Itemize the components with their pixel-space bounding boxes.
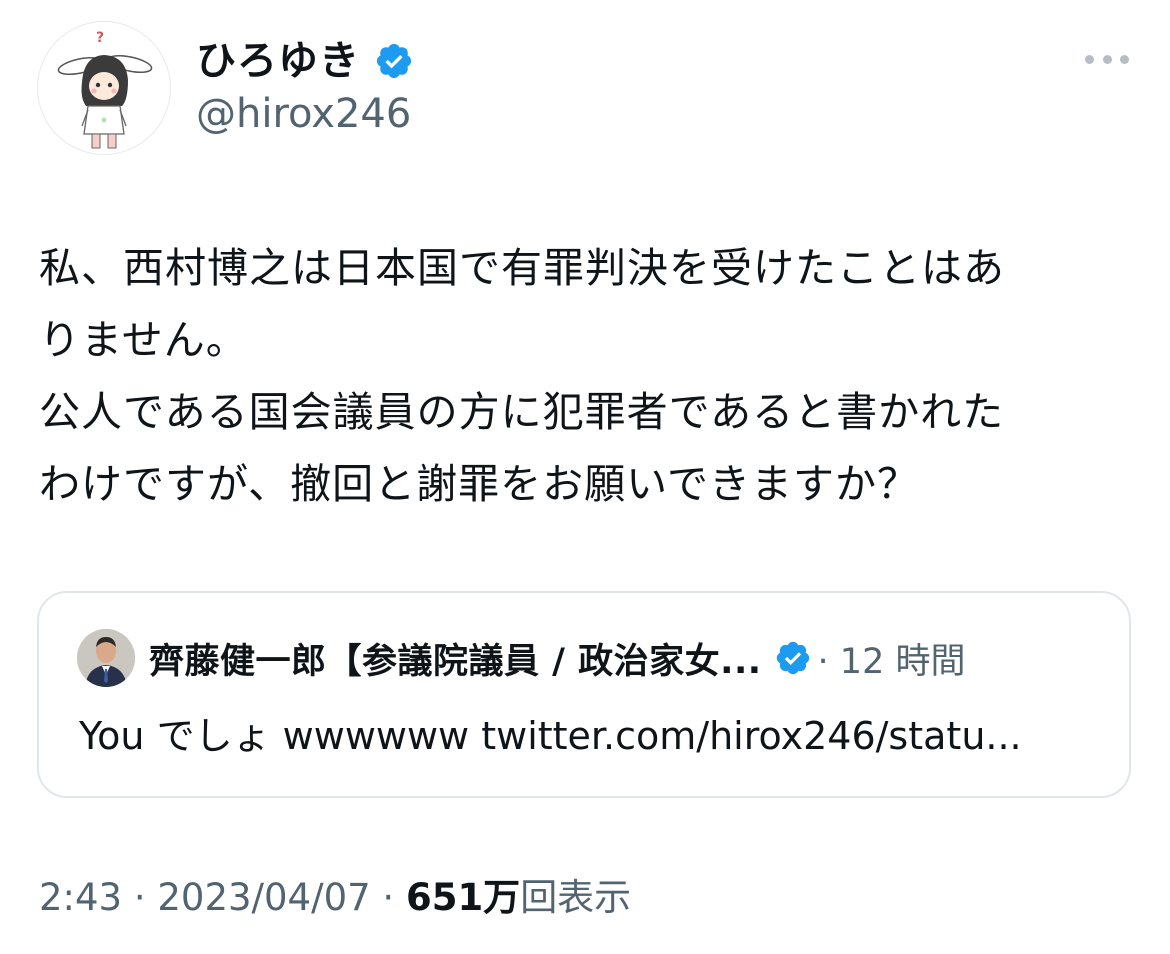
- more-dot-icon: [1120, 54, 1129, 64]
- meta-separator: ·: [122, 876, 158, 919]
- tweet[interactable]: ? ひろゆき @hirox246 私、西村博之は日本国で有罪判決を受けたことはあ…: [0, 0, 1170, 954]
- quoted-tweet-text: You でしょ wwwwww twitter.com/hirox246/stat…: [79, 714, 1022, 758]
- tweet-meta: 2:43 · 2023/04/07 · 651万回表示: [39, 873, 631, 923]
- more-dot-icon: [1085, 54, 1094, 64]
- author-name-row: ひろゆき: [196, 36, 414, 86]
- more-dot-icon: [1102, 54, 1112, 64]
- tweet-time[interactable]: 2:43: [39, 876, 122, 919]
- tweet-text-line: 私、西村博之は日本国で有罪判決を受けたことはあ: [39, 244, 1005, 292]
- author-avatar[interactable]: ?: [37, 21, 171, 155]
- tweet-text-line: 公人である国会議員の方に犯罪者であると書かれた: [39, 388, 1005, 436]
- tweet-text-line: りません。: [39, 316, 248, 364]
- views-label: 回表示: [520, 876, 632, 919]
- quoted-tweet-header: 齊藤健一郎【参議院議員 / 政治家女... · 12 時間: [149, 633, 965, 683]
- character-avatar-icon: ?: [57, 30, 153, 149]
- person-avatar-icon: [77, 629, 135, 687]
- author-handle[interactable]: @hirox246: [196, 90, 411, 138]
- verified-badge-icon: [376, 43, 412, 79]
- author-display-name[interactable]: ひろゆき: [196, 36, 360, 86]
- svg-text:?: ?: [96, 30, 104, 46]
- quoted-tweet-card[interactable]: 齊藤健一郎【参議院議員 / 政治家女... · 12 時間 You でしょ ww…: [37, 591, 1131, 798]
- tweet-date[interactable]: 2023/04/07: [157, 876, 370, 919]
- meta-separator: ·: [370, 876, 406, 919]
- quoted-author-avatar[interactable]: [77, 629, 135, 687]
- tweet-text-line: わけですが、撤回と謝罪をお願いできますか？: [39, 460, 919, 508]
- quoted-author-name[interactable]: 齊藤健一郎【参議院議員 / 政治家女...: [149, 633, 762, 684]
- more-options-button[interactable]: [1085, 48, 1129, 70]
- tweet-text: 私、西村博之は日本国で有罪判決を受けたことはあ りません。 公人である国会議員の…: [39, 232, 1149, 520]
- verified-badge-icon: [776, 641, 809, 675]
- views-count[interactable]: 651万: [406, 876, 520, 919]
- quoted-tweet-time[interactable]: · 12 時間: [818, 633, 966, 684]
